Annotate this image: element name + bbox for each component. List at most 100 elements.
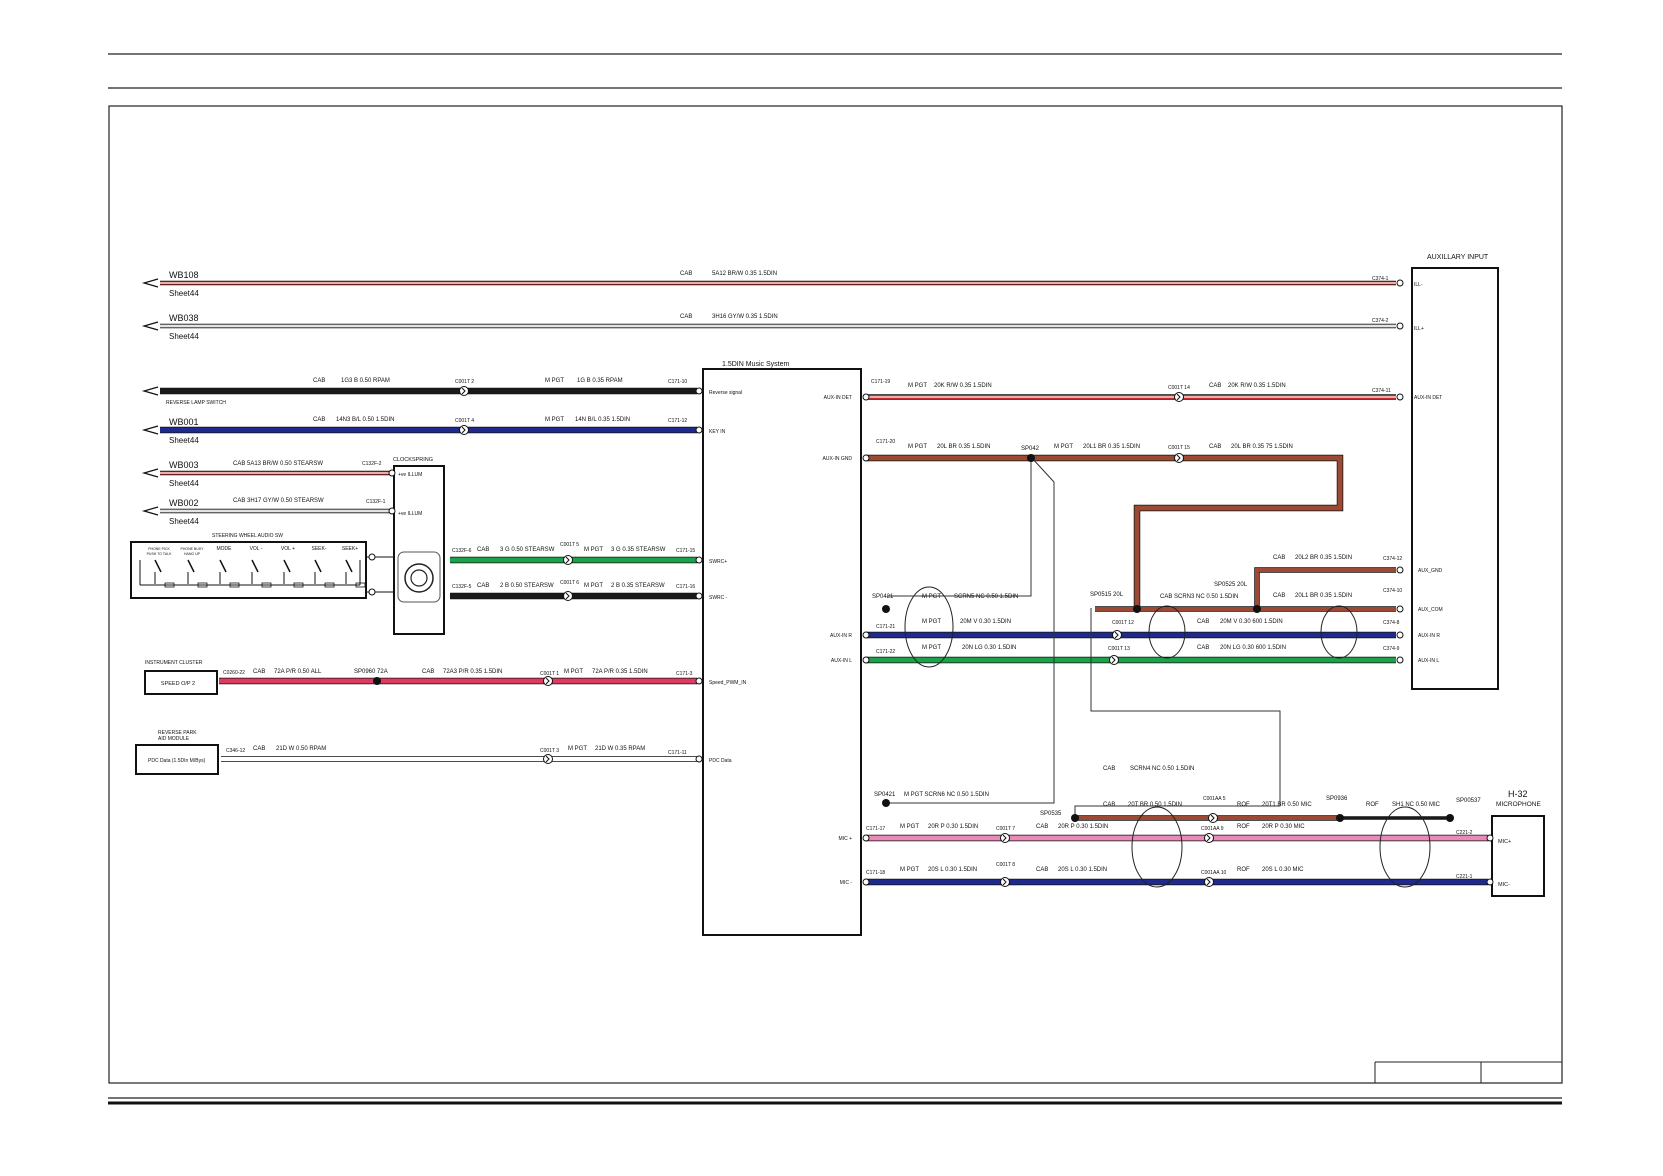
offsheet-arrow-icon <box>141 506 159 516</box>
wire-label: C171-22 <box>876 649 895 655</box>
wire-aux-gnd2 <box>1254 567 1396 609</box>
wire-label: CAB <box>1209 383 1221 389</box>
offsheet-id: WB108 <box>169 270 199 280</box>
wire-label: C001T 14 <box>1168 385 1190 391</box>
wire-label: CAB <box>313 378 325 384</box>
wire-label: C346-12 <box>226 748 245 754</box>
wire-label: M PGT SCRN6 NC 0.50 1.5DIN <box>904 792 989 798</box>
wire-label: C171-10 <box>668 379 687 385</box>
splice-label: SP0421 <box>874 792 896 798</box>
splice-dot <box>1027 454 1035 462</box>
inline-connector <box>563 591 573 601</box>
wire-label: CAB <box>1273 555 1285 561</box>
wire-label: SH1 NC 0.50 MIC <box>1392 802 1441 808</box>
svg-text:PDC Data (1.5DIn M/Bys): PDC Data (1.5DIn M/Bys) <box>148 758 206 764</box>
pin-terminal <box>695 755 703 763</box>
wire-label: CAB <box>680 271 692 277</box>
offsheet-arrow-icon <box>141 278 159 288</box>
wire-label: CAB <box>253 746 265 752</box>
wire-label: C171-15 <box>676 548 695 554</box>
inline-connector <box>1000 833 1010 843</box>
wire-label: 20R P 0.30 1.5DIN <box>1058 824 1108 830</box>
wire-label: C001T 7 <box>996 826 1015 832</box>
wire-label: C374-8 <box>1383 620 1400 626</box>
swa-button-label: VOL + <box>281 546 295 552</box>
splice-dot <box>882 799 890 807</box>
pin-terminal <box>368 588 376 596</box>
music-pin-label: KEY IN <box>709 429 726 435</box>
inline-connector <box>543 676 553 686</box>
wire-label: C001T 5 <box>560 542 579 548</box>
music-pin-label: AUX-IN L <box>831 658 852 664</box>
pin-terminal <box>1396 279 1404 287</box>
offsheet-id: WB038 <box>169 313 199 323</box>
pin-terminal <box>695 426 703 434</box>
inline-connector <box>563 555 573 565</box>
wire-label: M PGT <box>568 746 587 752</box>
svg-text:+ve ILLUM: +ve ILLUM <box>398 511 422 517</box>
wire-label: CAB <box>313 417 325 423</box>
h32-label: H-32 <box>1508 789 1528 799</box>
wire-label: C221-1 <box>1456 874 1473 880</box>
wire-label: C374-10 <box>1383 588 1402 594</box>
pin-terminal <box>695 556 703 564</box>
wire-label: C001AA 9 <box>1201 826 1224 832</box>
wire-label: 20R P 0.30 MIC <box>1262 824 1305 830</box>
swa-button: SEEK- <box>311 546 335 588</box>
wire-label: C132F-1 <box>366 499 386 505</box>
wire-label: 2 B 0.50 STEARSW <box>500 583 554 589</box>
inline-connector <box>1174 392 1184 402</box>
splice-label: SP0421 <box>872 594 894 600</box>
pin-terminal <box>1396 393 1404 401</box>
wire-label: M PGT <box>584 547 603 553</box>
wire-label: 72A P/R 0.50 ALL <box>274 669 322 675</box>
microphone-box: H-32 MICROPHONE MIC+ MIC- <box>1491 789 1545 897</box>
offsheet-id: WB002 <box>169 498 199 508</box>
wire-label: 20M V 0.30 600 1.5DIN <box>1220 619 1283 625</box>
wire-label: SCRN4 NC 0.50 1.5DIN <box>1130 766 1194 772</box>
music-pin-label: AUX-IN DET <box>824 395 852 401</box>
swa-button: PHONE BUSYHANG UP <box>181 547 208 588</box>
aux-pin-label: AUX-IN DET <box>1414 395 1442 401</box>
wire-aux-gnd <box>866 454 1344 609</box>
wire-label: 1G B 0.35 RPAM <box>577 378 623 384</box>
music-pin-label: PDC Data <box>709 758 732 764</box>
offsheet-sheet: Sheet44 <box>169 332 199 341</box>
music-system-title: 1.5DIN Music System <box>722 361 789 368</box>
wire-label: 2 B 0.35 STEARSW <box>611 583 665 589</box>
wire-label: CAB 3H17 GY/W 0.50 STEARSW <box>233 498 324 504</box>
wire-label: C171-17 <box>866 826 885 832</box>
inline-connector <box>1109 655 1119 665</box>
offsheet-sheet: Sheet44 <box>169 289 199 298</box>
wire-label: C374-1 <box>1372 276 1389 282</box>
wire-label: C001AA 5 <box>1203 796 1226 802</box>
pin-terminal <box>1396 656 1404 664</box>
wire-label: CAB <box>1209 444 1221 450</box>
aux-title: AUXILLARY INPUT <box>1427 254 1489 261</box>
wire-label: CAB <box>1197 619 1209 625</box>
inline-connector <box>1000 877 1010 887</box>
wire-label: M PGT <box>922 594 941 600</box>
music-pin-label: Reverse signal <box>709 390 742 396</box>
pin-terminal <box>388 507 396 515</box>
wire-label: CAB SCRN3 NC 0.50 1.5DIN <box>1160 594 1238 600</box>
pin-terminal <box>862 393 870 401</box>
music-pin-label: MIC + <box>839 836 853 842</box>
wire-label: 21D W 0.35 RPAM <box>595 746 645 752</box>
wire-label: C374-11 <box>1372 388 1391 394</box>
inline-connector <box>459 386 469 396</box>
microphone-label: MICROPHONE <box>1496 801 1541 808</box>
wire-label: C171-3 <box>676 671 693 677</box>
wire-label: CAB <box>1103 766 1115 772</box>
music-pin-label: AUX-IN R <box>830 633 852 639</box>
music-pin-label: AUX-IN GND <box>823 456 853 462</box>
wire-label: CAB <box>1103 802 1115 808</box>
wire-label: C001T 3 <box>540 748 559 754</box>
wire-label: CAB <box>1197 645 1209 651</box>
splice-dot <box>1071 814 1079 822</box>
swa-button-label: SEEK- <box>311 546 326 552</box>
swa-button: VOL + <box>281 546 304 588</box>
wire-label: M PGT <box>922 619 941 625</box>
splice-dot <box>1253 605 1261 613</box>
wire-label: C132F-5 <box>452 584 472 590</box>
